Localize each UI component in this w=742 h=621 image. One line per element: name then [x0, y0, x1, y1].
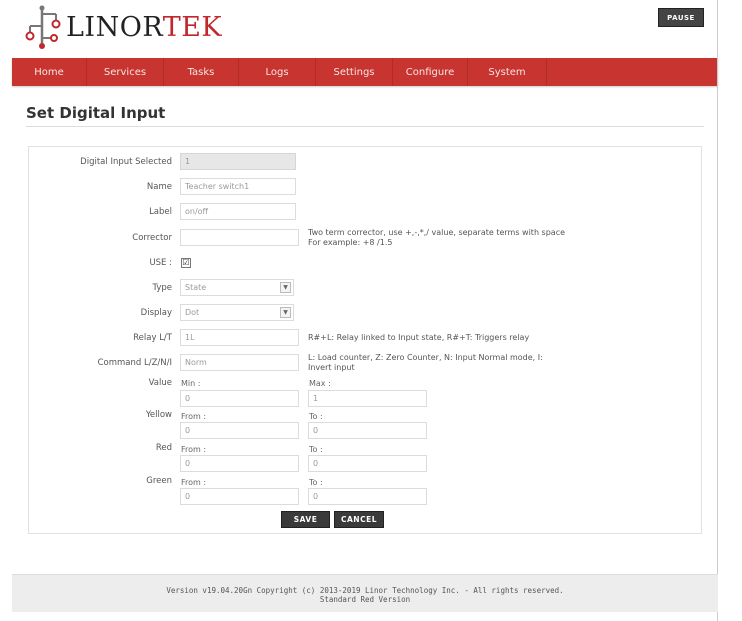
value-max-label: Max : [309, 379, 331, 388]
nav-item-services[interactable]: Services [87, 58, 163, 86]
page-title: Set Digital Input [26, 104, 166, 122]
nav-item-logs[interactable]: Logs [239, 58, 315, 86]
yellow-to-value: 0 [313, 426, 319, 435]
red-to-input[interactable]: 0 [308, 455, 427, 472]
cancel-button[interactable]: CANCEL [334, 511, 384, 528]
value-min-input[interactable]: 0 [180, 390, 299, 407]
nav-divider [546, 58, 547, 86]
relay-hint: R#+L: Relay linked to Input state, R#+T:… [308, 333, 530, 342]
relay-input[interactable]: 1L [180, 329, 299, 346]
use-label: USE : [149, 258, 172, 268]
value-label: Value [148, 378, 172, 388]
command-hint-line1: L: Load counter, Z: Zero Counter, N: Inp… [308, 353, 543, 362]
command-value: Norm [185, 358, 207, 367]
value-max-value: 1 [313, 394, 319, 403]
corrector-hint-line1: Two term corrector, use +,-,*,/ value, s… [308, 228, 566, 237]
yellow-label: Yellow [145, 410, 172, 420]
yellow-from-input[interactable]: 0 [180, 422, 299, 439]
nav-item-configure[interactable]: Configure [393, 58, 467, 86]
value-min-value: 0 [185, 394, 191, 403]
command-label: Command L/Z/N/I [97, 358, 172, 368]
title-divider [26, 126, 704, 127]
brand-name: LINORTEK [66, 14, 222, 41]
green-to-input[interactable]: 0 [308, 488, 427, 505]
brand-name-part2: TEK [162, 11, 223, 43]
corrector-label: Corrector [132, 233, 172, 243]
nav-item-home[interactable]: Home [12, 58, 86, 86]
red-to-value: 0 [313, 459, 319, 468]
digital-input-selected-label: Digital Input Selected [80, 157, 172, 167]
pause-button[interactable]: PAUSE [658, 8, 704, 27]
brand-logo[interactable]: LINORTEK [22, 2, 222, 52]
type-value: State [185, 283, 207, 292]
name-input[interactable]: Teacher switch1 [180, 178, 296, 195]
red-from-label: From : [181, 445, 207, 454]
footer-copyright: Version v19.04.20Gn Copyright (c) 2013-2… [166, 586, 564, 595]
type-select[interactable]: State ▼ [180, 279, 294, 296]
chevron-down-icon: ▼ [280, 307, 291, 318]
green-to-label: To : [309, 478, 323, 487]
command-hint: L: Load counter, Z: Zero Counter, N: Inp… [308, 353, 543, 373]
green-label: Green [146, 476, 172, 486]
green-to-value: 0 [313, 492, 319, 501]
yellow-to-label: To : [309, 412, 323, 421]
command-hint-line2: Invert input [308, 363, 355, 372]
display-select[interactable]: Dot ▼ [180, 304, 294, 321]
yellow-from-label: From : [181, 412, 207, 421]
checkbox-checked-icon: ☑ [182, 258, 190, 267]
yellow-to-input[interactable]: 0 [308, 422, 427, 439]
nav-item-settings[interactable]: Settings [316, 58, 392, 86]
command-input[interactable]: Norm [180, 354, 299, 371]
label-input[interactable]: on/off [180, 203, 296, 220]
green-from-input[interactable]: 0 [180, 488, 299, 505]
value-min-label: Min : [181, 379, 201, 388]
window-edge [717, 0, 718, 621]
save-button[interactable]: SAVE [281, 511, 330, 528]
footer-edition: Standard Red Version [319, 595, 411, 604]
red-from-value: 0 [185, 459, 191, 468]
label-field-label: Label [149, 207, 172, 217]
page-footer: Version v19.04.20Gn Copyright (c) 2013-2… [12, 574, 718, 612]
brand-name-part1: LINOR [66, 11, 163, 43]
use-checkbox[interactable]: ☑ [181, 258, 191, 268]
circuit-node-logo-icon [22, 4, 62, 50]
display-label: Display [140, 308, 172, 318]
red-to-label: To : [309, 445, 323, 454]
display-value: Dot [185, 308, 200, 317]
nav-item-tasks[interactable]: Tasks [164, 58, 238, 86]
corrector-input[interactable] [180, 229, 299, 246]
nav-item-system[interactable]: System [468, 58, 546, 86]
red-label: Red [155, 443, 172, 453]
chevron-down-icon: ▼ [280, 282, 291, 293]
value-max-input[interactable]: 1 [308, 390, 427, 407]
label-value: on/off [185, 207, 209, 216]
green-from-label: From : [181, 478, 207, 487]
digital-input-selected-field: 1 [180, 153, 296, 170]
digital-input-selected-value: 1 [185, 157, 191, 166]
app-window: LINORTEK PAUSE Home Services Tasks Logs … [0, 0, 742, 621]
red-from-input[interactable]: 0 [180, 455, 299, 472]
relay-value: 1L [185, 333, 195, 342]
name-value: Teacher switch1 [185, 182, 250, 191]
main-nav: Home Services Tasks Logs Settings Config… [12, 58, 718, 86]
corrector-hint: Two term corrector, use +,-,*,/ value, s… [308, 228, 565, 248]
green-from-value: 0 [185, 492, 191, 501]
relay-label: Relay L/T [133, 333, 172, 343]
type-label: Type [152, 283, 172, 293]
corrector-hint-line2: For example: +8 /1.5 [308, 238, 393, 247]
yellow-from-value: 0 [185, 426, 191, 435]
name-label: Name [146, 182, 172, 192]
